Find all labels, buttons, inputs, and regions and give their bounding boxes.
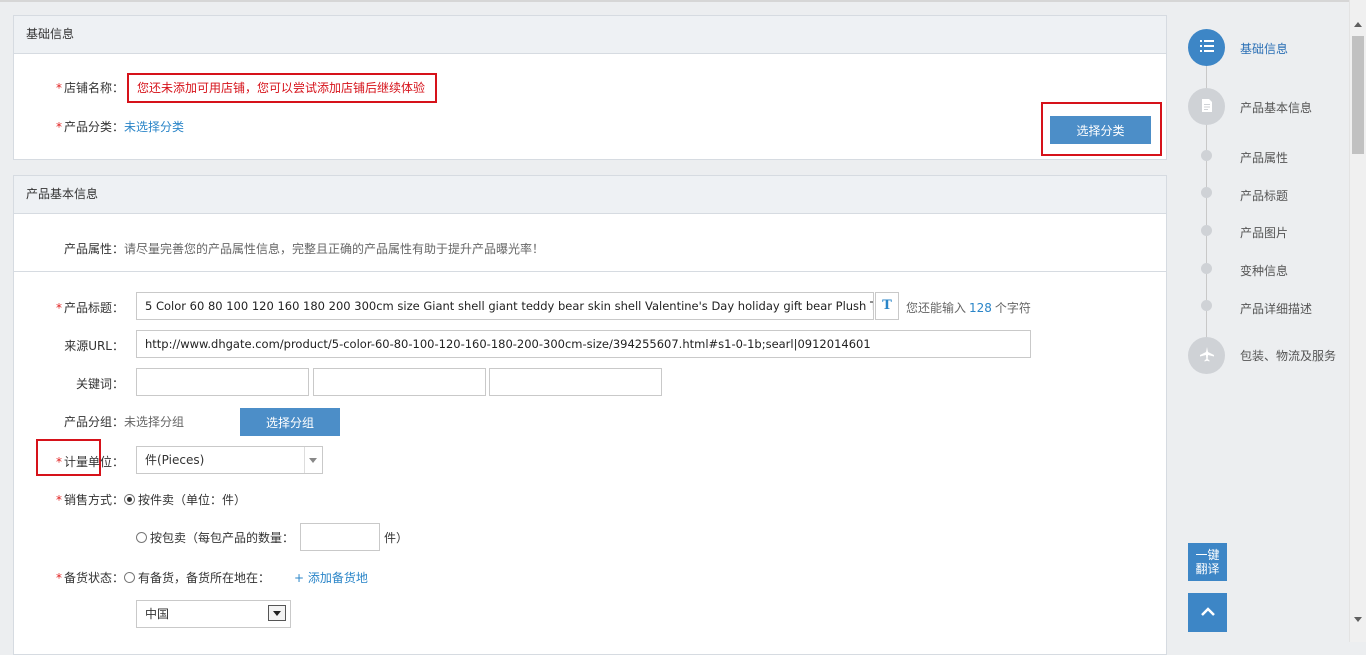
step-shipping[interactable] — [1188, 337, 1225, 374]
title-format-button[interactable]: T — [875, 292, 899, 320]
product-group-row: 产品分组： 未选择分组 — [14, 413, 184, 430]
required-marker: * — [55, 120, 62, 134]
unit-label: 计量单位： — [63, 455, 124, 469]
chevron-up-icon — [1200, 606, 1216, 620]
vertical-scrollbar[interactable] — [1349, 0, 1366, 642]
product-attr-label: 产品属性： — [63, 242, 124, 256]
keywords-label: 关键词： — [75, 377, 124, 391]
product-group-value: 未选择分组 — [124, 415, 185, 429]
product-title-input[interactable]: 5 Color 60 80 100 120 160 180 200 300cm … — [136, 292, 874, 320]
list-icon — [1199, 39, 1215, 56]
step-basic-info[interactable] — [1188, 29, 1225, 66]
country-select-value: 中国 — [145, 607, 170, 621]
select-group-button[interactable]: 选择分组 — [240, 408, 340, 436]
step-label-description[interactable]: 产品详细描述 — [1240, 300, 1312, 317]
product-basic-info-panel: 产品基本信息 产品属性： 请尽量完善您的产品属性信息，完整且正确的产品属性有助于… — [13, 175, 1167, 655]
stock-status-label: 备货状态： — [63, 571, 124, 585]
stock-status-row: * 备货状态： 有备货，备货所在地在： + 添加备货地 — [14, 569, 368, 586]
sale-by-pack-label: 按包卖（每包产品的数量： — [150, 531, 295, 545]
product-title-label: 产品标题： — [63, 301, 124, 315]
category-label: 产品分类： — [63, 120, 124, 134]
airplane-icon — [1199, 346, 1215, 365]
one-click-translate-button[interactable]: 一键 翻译 — [1188, 543, 1227, 581]
pack-unit-label: 件） — [384, 531, 409, 545]
keyword-input-1[interactable] — [136, 368, 309, 396]
sale-method-row: * 销售方式： 按件卖（单位：件） — [14, 491, 246, 508]
step-dot-description[interactable] — [1201, 300, 1212, 311]
select-category-button[interactable]: 选择分类 — [1050, 116, 1151, 144]
source-url-input[interactable]: http://www.dhgate.com/product/5-color-60… — [136, 330, 1031, 358]
step-label-title[interactable]: 产品标题 — [1240, 187, 1288, 204]
step-label-attributes[interactable]: 产品属性 — [1240, 149, 1288, 166]
product-attr-row: 产品属性： 请尽量完善您的产品属性信息，完整且正确的产品属性有助于提升产品曝光率… — [14, 240, 544, 257]
step-label-product-basic-info[interactable]: 产品基本信息 — [1240, 99, 1312, 116]
step-dot-attributes[interactable] — [1201, 150, 1212, 161]
country-select[interactable]: 中国 — [136, 600, 291, 628]
scroll-up-icon[interactable] — [1354, 22, 1362, 27]
required-marker: * — [55, 81, 62, 95]
back-to-top-button[interactable] — [1188, 593, 1227, 632]
has-stock-radio[interactable] — [124, 572, 135, 583]
keyword-input-3[interactable] — [489, 368, 662, 396]
step-dot-title[interactable] — [1201, 187, 1212, 198]
add-stock-location-link[interactable]: + 添加备货地 — [294, 569, 368, 586]
product-title-row: * 产品标题： — [14, 299, 124, 316]
product-basic-info-title: 产品基本信息 — [14, 176, 1166, 214]
step-label-shipping[interactable]: 包装、物流及服务 — [1240, 347, 1336, 364]
shop-name-row: * 店铺名称： — [14, 79, 124, 96]
step-dot-variants[interactable] — [1201, 263, 1212, 274]
shop-warning-text: 您还未添加可用店铺，您可以尝试添加店铺后继续体验 — [137, 81, 426, 95]
product-attr-hint: 请尽量完善您的产品属性信息，完整且正确的产品属性有助于提升产品曝光率！ — [124, 242, 545, 256]
unit-row: * 计量单位： — [14, 453, 124, 470]
title-char-remaining: 您还能输入 128 个字符 — [906, 300, 1031, 316]
document-icon — [1201, 98, 1213, 116]
chevron-down-icon — [304, 447, 322, 473]
category-row: * 产品分类： 未选择分类 — [14, 118, 184, 135]
category-value-link[interactable]: 未选择分类 — [124, 118, 184, 135]
pack-quantity-input[interactable] — [300, 523, 380, 551]
basic-info-title: 基础信息 — [14, 16, 1166, 54]
step-label-basic-info[interactable]: 基础信息 — [1240, 40, 1288, 57]
sale-by-piece-radio[interactable] — [124, 494, 135, 505]
keywords-row: 关键词： — [14, 375, 124, 392]
sale-by-pack-row: 按包卖（每包产品的数量： — [136, 529, 294, 546]
sale-by-piece-label: 按件卖（单位：件） — [138, 493, 247, 507]
source-url-row: 来源URL： — [14, 337, 124, 354]
unit-select[interactable]: 件(Pieces) — [136, 446, 323, 474]
unit-select-value: 件(Pieces) — [145, 453, 205, 467]
scroll-thumb[interactable] — [1352, 36, 1364, 154]
sale-method-label: 销售方式： — [63, 493, 124, 507]
section-divider — [14, 271, 1166, 272]
has-stock-label: 有备货，备货所在地在： — [138, 571, 271, 585]
step-dot-images[interactable] — [1201, 225, 1212, 236]
remaining-count: 128 — [969, 300, 992, 315]
source-url-label: 来源URL： — [64, 339, 124, 353]
sale-by-pack-radio[interactable] — [136, 532, 147, 543]
required-marker: * — [55, 571, 62, 585]
step-label-images[interactable]: 产品图片 — [1240, 224, 1288, 241]
chevron-down-icon — [268, 605, 286, 621]
required-marker: * — [55, 493, 62, 507]
scroll-down-icon[interactable] — [1354, 617, 1362, 622]
product-group-label: 产品分组： — [63, 415, 124, 429]
top-border — [0, 0, 1366, 2]
basic-info-panel: 基础信息 * 店铺名称： 您还未添加可用店铺，您可以尝试添加店铺后继续体验 * 产品… — [13, 15, 1167, 160]
required-marker: * — [55, 455, 62, 469]
required-marker: * — [55, 301, 62, 315]
step-label-variants[interactable]: 变种信息 — [1240, 262, 1288, 279]
step-product-basic-info[interactable] — [1188, 88, 1225, 125]
shop-name-label: 店铺名称： — [63, 81, 124, 95]
keyword-input-2[interactable] — [313, 368, 486, 396]
